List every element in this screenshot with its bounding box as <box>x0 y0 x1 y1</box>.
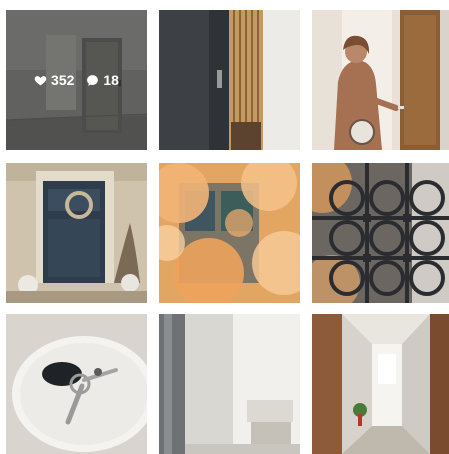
comment-count-stat: 18 <box>86 72 119 88</box>
post-4-image <box>6 163 147 303</box>
comment-bubble-icon <box>87 74 99 86</box>
like-count: 352 <box>51 72 75 88</box>
post-2-image <box>159 10 300 150</box>
instagram-feed-grid: 352 18 <box>0 0 449 454</box>
comment-count: 18 <box>103 72 119 88</box>
feed-post-1[interactable]: 352 18 <box>6 10 147 150</box>
post-6-image <box>312 163 449 303</box>
post-3-image <box>312 10 449 150</box>
post-5-image <box>159 163 300 303</box>
feed-post-5[interactable] <box>159 163 300 303</box>
feed-post-2[interactable] <box>159 10 300 150</box>
post-8-image <box>159 314 300 454</box>
post-9-image <box>312 314 449 454</box>
post-hover-overlay: 352 18 <box>6 10 147 150</box>
feed-post-9[interactable] <box>312 314 449 454</box>
feed-post-4[interactable] <box>6 163 147 303</box>
like-count-stat: 352 <box>34 72 74 88</box>
feed-post-8[interactable] <box>159 314 300 454</box>
heart-icon <box>34 75 47 85</box>
post-7-image <box>6 314 147 454</box>
feed-post-6[interactable] <box>312 163 449 303</box>
feed-post-3[interactable] <box>312 10 449 150</box>
feed-post-7[interactable] <box>6 314 147 454</box>
